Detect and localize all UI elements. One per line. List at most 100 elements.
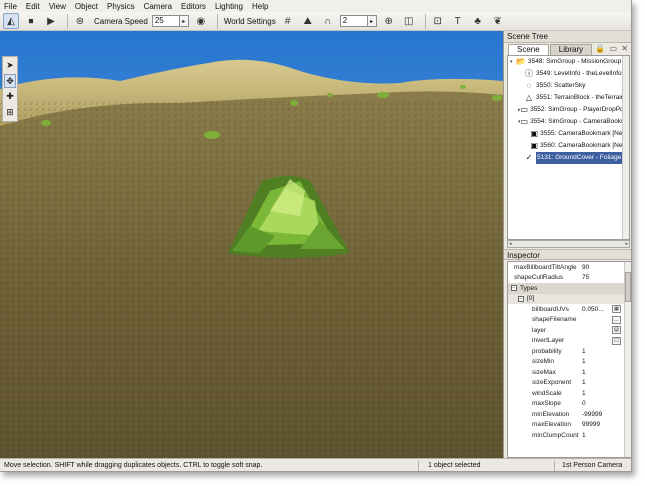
type-index-header[interactable]: − [0] (508, 293, 631, 304)
select-arrow-icon[interactable]: ➤ (4, 59, 16, 72)
property-value[interactable]: 0.050... (582, 306, 612, 313)
menu-lighting[interactable]: Lighting (215, 2, 243, 11)
move-icon[interactable]: ✥ (4, 74, 16, 89)
property-value[interactable]: 1 (582, 390, 612, 397)
status-divider (418, 461, 419, 471)
property-row[interactable]: layer ▤ (508, 325, 631, 336)
tree-item[interactable]: ▣ 3555: CameraBookmark [New] (508, 128, 629, 140)
property-value[interactable]: 90 (582, 264, 612, 271)
snap-size-input[interactable]: 2 (339, 15, 368, 27)
tree-item[interactable]: ✓ 5131: GroundCover - Foliage (508, 152, 629, 164)
collapse-icon[interactable]: − (511, 285, 517, 292)
bird-icon[interactable]: ❦ (490, 13, 506, 29)
property-value[interactable]: 75 (582, 274, 612, 281)
menu-camera[interactable]: Camera (144, 2, 172, 11)
inspector-scroll-thumb[interactable] (625, 272, 631, 302)
menu-editors[interactable]: Editors (181, 2, 206, 11)
property-value[interactable]: 1 (582, 379, 612, 386)
tab-library[interactable]: Library (549, 44, 593, 55)
snap-size-arrow[interactable]: ▸ (367, 15, 377, 27)
scene-render (0, 31, 503, 458)
scene-tree[interactable]: ▾ 📂 3548: SimGroup - MissionGroup ⓘ 3549: Le… (507, 55, 630, 240)
tree-icon[interactable]: ♣ (470, 13, 486, 29)
property-value[interactable]: -99999 (582, 411, 612, 418)
property-row[interactable]: maxSlope 0 (508, 399, 631, 410)
world-settings-label[interactable]: World Settings (224, 17, 276, 26)
3d-viewport[interactable]: ⊥ (0, 31, 503, 458)
property-value[interactable]: 0 (582, 400, 612, 407)
menu-edit[interactable]: Edit (26, 2, 40, 11)
selection-box-icon[interactable]: ⊡ (430, 13, 446, 29)
property-picker-icon[interactable]: … (612, 315, 621, 324)
collapse-icon[interactable]: − (518, 295, 524, 302)
property-row[interactable]: invertLayer ☐ (508, 336, 631, 347)
scale-icon[interactable]: ⊞ (4, 106, 16, 119)
grid-icon[interactable]: # (280, 13, 296, 29)
property-value[interactable]: 1 (582, 348, 612, 355)
property-row[interactable]: windScale 1 (508, 388, 631, 399)
scene-tree-header: Scene Tree (504, 31, 631, 43)
tree-item[interactable]: ▾ ▭ 3554: SimGroup - CameraBookmarks (508, 116, 629, 128)
property-value[interactable]: 1 (582, 432, 612, 439)
property-row[interactable]: billboardUVs 0.050... ▦ (508, 304, 631, 315)
world-editor-icon[interactable]: ◭ (3, 13, 19, 29)
property-value[interactable]: 1 (582, 358, 612, 365)
tree-scrollbar[interactable] (622, 56, 629, 239)
property-name: maxSlope (532, 400, 561, 408)
menu-file[interactable]: File (4, 2, 17, 11)
types-group-header[interactable]: − Types (508, 283, 631, 294)
property-picker-icon[interactable]: ☐ (612, 336, 621, 345)
menu-help[interactable]: Help (252, 2, 268, 11)
property-row[interactable]: minElevation -99999 (508, 409, 631, 420)
tree-item[interactable]: ⓘ 3549: LevelInfo - theLevelInfo (508, 68, 629, 80)
menu-view[interactable]: View (49, 2, 66, 11)
property-row[interactable]: maxElevation 99999 (508, 420, 631, 431)
property-row[interactable]: shapeCullRadius 75 (508, 273, 631, 284)
scene-tree-tabs: Scene Library 🔒 ▭ ✕ (504, 43, 631, 55)
tree-action-icons[interactable]: 🔒 ▭ ✕ (595, 44, 629, 53)
toolbar-divider (424, 13, 426, 29)
tree-item-label: 3550: ScatterSky (536, 82, 586, 89)
tree-item[interactable]: △ 3551: TerrainBlock - theTerrain (508, 92, 629, 104)
menu-physics[interactable]: Physics (107, 2, 135, 11)
property-name: sizeMin (532, 358, 555, 366)
magnet-icon[interactable]: ∩ (320, 13, 336, 29)
stop-icon[interactable]: ⏹ (23, 13, 39, 29)
property-value[interactable]: 99999 (582, 421, 612, 428)
inspector-scrollbar[interactable] (624, 262, 631, 457)
camera-icon: ▣ (530, 141, 539, 150)
scroll-left-icon[interactable]: ◂ (509, 241, 512, 247)
bounds-icon[interactable]: ◫ (401, 13, 417, 29)
inspector-panel[interactable]: maxBillboardTiltAngle 90 shapeCullRadius 75… (507, 261, 631, 458)
camera-speed-arrow[interactable]: ▸ (179, 15, 189, 27)
property-row[interactable]: probability 1 (508, 346, 631, 357)
tab-scene[interactable]: Scene (508, 44, 549, 55)
property-name: minClumpCount (532, 431, 579, 439)
eye-icon[interactable]: ◉ (193, 13, 209, 29)
property-picker-icon[interactable]: ▤ (612, 326, 621, 335)
camera-speed-icon[interactable]: ⊛ (72, 13, 88, 29)
tree-item[interactable]: ▾ 📂 3548: SimGroup - MissionGroup (508, 56, 629, 68)
property-row[interactable]: sizeMax 1 (508, 367, 631, 378)
camera-speed-input[interactable]: 25 (151, 15, 180, 27)
tree-item[interactable]: ◌ 3550: ScatterSky (508, 80, 629, 92)
menu-object[interactable]: Object (75, 2, 98, 11)
property-name: maxBillboardTiltAngle (514, 263, 577, 271)
scroll-right-icon[interactable]: ▸ (625, 241, 628, 247)
property-row[interactable]: sizeMin 1 (508, 357, 631, 368)
terrain-snap-icon[interactable]: ⛰ (300, 13, 316, 29)
property-row[interactable]: maxBillboardTiltAngle 90 (508, 262, 631, 273)
tree-item[interactable]: ▣ 3560: CameraBookmark [New] (508, 140, 629, 152)
property-value[interactable]: 1 (582, 369, 612, 376)
object-snap-icon[interactable]: ⊕ (381, 13, 397, 29)
tree-item[interactable]: ▸ ▭ 3552: SimGroup - PlayerDropPoints (508, 104, 629, 116)
property-row[interactable]: minClumpCount 1 (508, 430, 631, 441)
play-icon[interactable]: ▶ (43, 13, 59, 29)
property-row[interactable]: shapeFilename… (508, 315, 631, 326)
text-icon[interactable]: T (450, 13, 466, 29)
rotate-tool-icon[interactable]: ✚ (4, 90, 16, 103)
property-name: layer (532, 326, 547, 334)
property-picker-icon[interactable]: ▦ (612, 305, 621, 314)
property-row[interactable]: sizeExponent 1 (508, 378, 631, 389)
tree-horizontal-scrollbar[interactable]: ◂ ▸ (507, 240, 630, 248)
